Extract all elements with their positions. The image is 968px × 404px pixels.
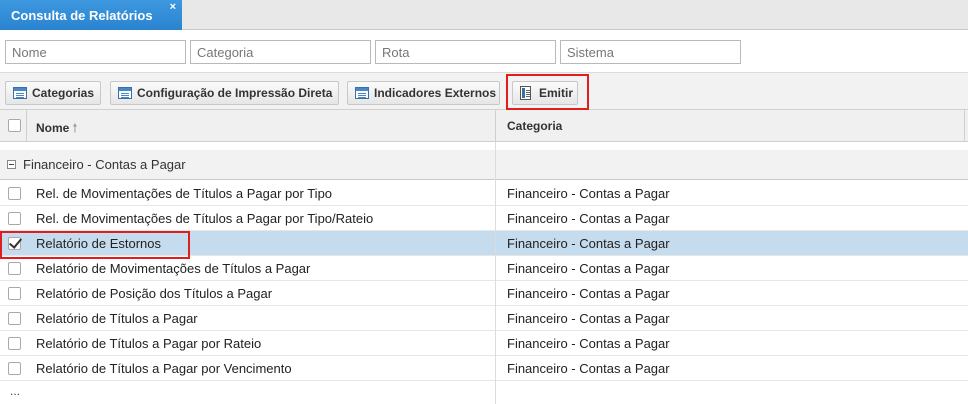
cell-nome: Relatório de Movimentações de Títulos a … bbox=[36, 261, 311, 276]
filter-bar bbox=[0, 31, 968, 73]
close-icon[interactable]: × bbox=[170, 2, 176, 13]
row-checkbox[interactable] bbox=[8, 262, 21, 275]
cell-nome: Relatório de Estornos bbox=[36, 236, 162, 251]
header-categoria[interactable]: Categoria bbox=[507, 110, 562, 142]
row-checkbox[interactable] bbox=[8, 212, 21, 225]
sort-ascending-icon: 🠕 bbox=[72, 121, 78, 135]
header-separator bbox=[26, 110, 27, 142]
nome-filter-input[interactable] bbox=[5, 40, 186, 64]
rota-filter-input[interactable] bbox=[375, 40, 556, 64]
cell-nome: Relatório de Títulos a Pagar bbox=[36, 311, 198, 326]
header-nome[interactable]: Nome 🠕 bbox=[36, 110, 78, 142]
tab-consulta-relatorios[interactable]: Consulta de Relatórios × bbox=[0, 0, 182, 30]
cell-nome: Relatório de Títulos a Pagar por Vencime… bbox=[36, 361, 292, 376]
cell-categoria: Financeiro - Contas a Pagar bbox=[507, 336, 670, 351]
cell-categoria: Financeiro - Contas a Pagar bbox=[507, 261, 670, 276]
report-icon bbox=[520, 86, 531, 100]
table-row[interactable]: Relatório de Posição dos Títulos a Pagar… bbox=[0, 281, 968, 306]
emitir-button-label: Emitir bbox=[539, 86, 574, 100]
header-separator bbox=[964, 110, 965, 142]
tab-title: Consulta de Relatórios bbox=[11, 8, 153, 23]
table-row[interactable]: Relatório de Movimentações de Títulos a … bbox=[0, 256, 968, 281]
row-checkbox[interactable] bbox=[8, 237, 21, 250]
table-row[interactable]: Relatório de Títulos a Pagar por Vencime… bbox=[0, 356, 968, 381]
cell-nome: Relatório de Títulos a Pagar por Rateio bbox=[36, 336, 262, 351]
cell-nome: Rel. de Movimentações de Títulos a Pagar… bbox=[36, 186, 333, 201]
more-indicator: ... bbox=[10, 384, 21, 398]
list-icon bbox=[355, 87, 369, 99]
cell-categoria: Financeiro - Contas a Pagar bbox=[507, 236, 670, 251]
tab-bar: Consulta de Relatórios × bbox=[0, 0, 968, 30]
categorias-button-label: Categorias bbox=[32, 86, 95, 100]
select-all-checkbox[interactable] bbox=[8, 119, 21, 132]
row-checkbox[interactable] bbox=[8, 312, 21, 325]
cell-categoria: Financeiro - Contas a Pagar bbox=[507, 286, 670, 301]
row-checkbox[interactable] bbox=[8, 362, 21, 375]
group-label: Financeiro - Contas a Pagar bbox=[23, 157, 186, 172]
toolbar: Categorias Configuração de Impressão Dir… bbox=[0, 73, 968, 110]
indicadores-externos-button[interactable]: Indicadores Externos bbox=[347, 81, 500, 105]
header-separator bbox=[495, 110, 496, 142]
table-row[interactable]: Relatório de Títulos a Pagar Financeiro -… bbox=[0, 306, 968, 331]
categorias-button[interactable]: Categorias bbox=[5, 81, 101, 105]
sistema-filter-input[interactable] bbox=[560, 40, 741, 64]
table-row[interactable]: Rel. de Movimentações de Títulos a Pagar… bbox=[0, 181, 968, 206]
collapse-icon[interactable] bbox=[7, 160, 16, 169]
table-row[interactable]: Relatório de Estornos Financeiro - Contas… bbox=[0, 231, 968, 256]
indicadores-button-label: Indicadores Externos bbox=[374, 86, 497, 100]
header-nome-label: Nome bbox=[36, 121, 70, 135]
row-checkbox[interactable] bbox=[8, 287, 21, 300]
categoria-filter-input[interactable] bbox=[190, 40, 371, 64]
grid-header: Nome 🠕 Categoria bbox=[0, 110, 968, 142]
group-row[interactable]: Financeiro - Contas a Pagar bbox=[0, 150, 968, 180]
configuracao-button-label: Configuração de Impressão Direta bbox=[137, 86, 333, 100]
cell-categoria: Financeiro - Contas a Pagar bbox=[507, 211, 670, 226]
configuracao-impressao-button[interactable]: Configuração de Impressão Direta bbox=[110, 81, 339, 105]
header-categoria-label: Categoria bbox=[507, 119, 563, 133]
cell-categoria: Financeiro - Contas a Pagar bbox=[507, 311, 670, 326]
emitir-button[interactable]: Emitir bbox=[512, 81, 578, 105]
cell-categoria: Financeiro - Contas a Pagar bbox=[507, 186, 670, 201]
grid-spacer bbox=[0, 142, 968, 150]
list-icon bbox=[13, 87, 27, 99]
cell-nome: Relatório de Posição dos Títulos a Pagar bbox=[36, 286, 273, 301]
list-icon bbox=[118, 87, 132, 99]
row-checkbox[interactable] bbox=[8, 187, 21, 200]
row-checkbox[interactable] bbox=[8, 337, 21, 350]
cell-categoria: Financeiro - Contas a Pagar bbox=[507, 361, 670, 376]
table-row[interactable]: Rel. de Movimentações de Títulos a Pagar… bbox=[0, 206, 968, 231]
table-row[interactable]: Relatório de Títulos a Pagar por Rateio F… bbox=[0, 331, 968, 356]
cell-nome: Rel. de Movimentações de Títulos a Pagar… bbox=[36, 211, 374, 226]
column-separator bbox=[495, 142, 496, 404]
